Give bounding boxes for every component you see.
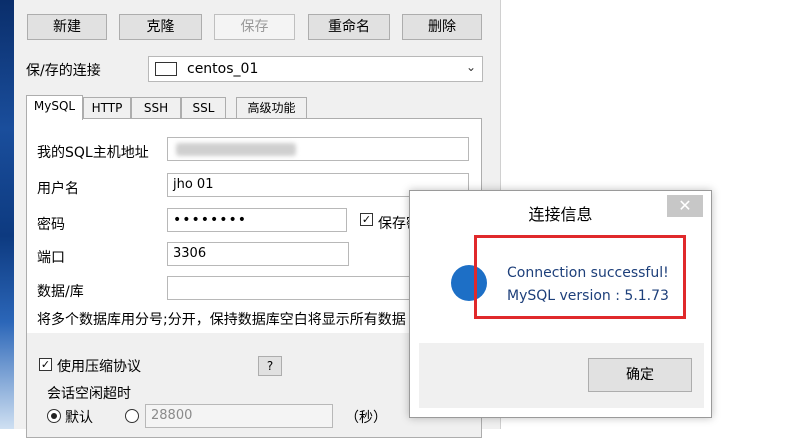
default-radio[interactable] bbox=[47, 409, 61, 423]
dialog-title: 连接信息 bbox=[528, 205, 593, 224]
port-input[interactable]: 3306 bbox=[167, 242, 349, 266]
port-value: 3306 bbox=[173, 246, 207, 261]
ok-button[interactable]: 确定 bbox=[588, 358, 692, 392]
rename-button[interactable]: 重命名 bbox=[308, 14, 390, 40]
timeout-input[interactable]: 28800 bbox=[145, 404, 333, 428]
password-input[interactable]: •••••••• bbox=[167, 208, 347, 232]
username-label: 用户名 bbox=[37, 181, 79, 197]
delete-button[interactable]: 删除 bbox=[402, 14, 482, 40]
connection-info-dialog: 连接信息 ✕ Connection successful! MySQL vers… bbox=[409, 190, 712, 418]
dialog-body: Connection successful! MySQL version : 5… bbox=[419, 230, 704, 343]
new-button[interactable]: 新建 bbox=[27, 14, 107, 40]
saved-connection-value: centos_01 bbox=[187, 61, 259, 77]
help-button[interactable]: ? bbox=[258, 356, 282, 376]
saved-connection-label: 保/存的连接 bbox=[26, 63, 101, 79]
database-hint: 将多个数据库用分号;分开，保持数据库空白将显示所有数据 bbox=[37, 312, 406, 328]
connection-success-text: Connection successful! bbox=[507, 265, 669, 281]
clone-button[interactable]: 克隆 bbox=[119, 14, 202, 40]
dialog-footer: 确定 bbox=[419, 343, 704, 408]
host-input[interactable] bbox=[167, 137, 469, 161]
compression-checkbox[interactable]: ✓ bbox=[39, 358, 52, 371]
color-swatch bbox=[155, 62, 177, 76]
database-label: 数据/库 bbox=[37, 284, 84, 300]
username-value: jho 01 bbox=[173, 177, 214, 192]
tab-ssh[interactable]: SSH bbox=[131, 97, 181, 118]
tab-ssl[interactable]: SSL bbox=[181, 97, 226, 118]
seconds-label: （秒） bbox=[345, 410, 387, 426]
dialog-titlebar: 连接信息 ✕ bbox=[410, 191, 711, 231]
timeout-value: 28800 bbox=[151, 408, 193, 423]
tab-mysql[interactable]: MySQL bbox=[26, 95, 83, 120]
password-value: •••••••• bbox=[173, 212, 248, 228]
host-label: 我的SQL主机地址 bbox=[37, 145, 149, 161]
custom-timeout-radio[interactable] bbox=[125, 409, 139, 423]
save-password-checkbox[interactable]: ✓ bbox=[360, 213, 373, 226]
tab-advanced[interactable]: 高级功能 bbox=[236, 97, 307, 118]
background-strip bbox=[0, 0, 14, 429]
close-icon[interactable]: ✕ bbox=[667, 195, 703, 217]
password-label: 密码 bbox=[37, 217, 65, 233]
compression-label: 使用压缩协议 bbox=[57, 359, 141, 375]
saved-connection-select[interactable]: centos_01 ⌄ bbox=[148, 56, 483, 82]
default-label: 默认 bbox=[65, 410, 93, 426]
chevron-down-icon: ⌄ bbox=[465, 60, 476, 74]
redacted-host bbox=[176, 143, 296, 156]
session-timeout-label: 会话空闲超时 bbox=[47, 386, 131, 402]
tab-http[interactable]: HTTP bbox=[83, 97, 131, 118]
port-label: 端口 bbox=[37, 250, 65, 266]
save-button[interactable]: 保存 bbox=[214, 14, 295, 40]
mysql-version-text: MySQL version : 5.1.73 bbox=[507, 288, 669, 304]
